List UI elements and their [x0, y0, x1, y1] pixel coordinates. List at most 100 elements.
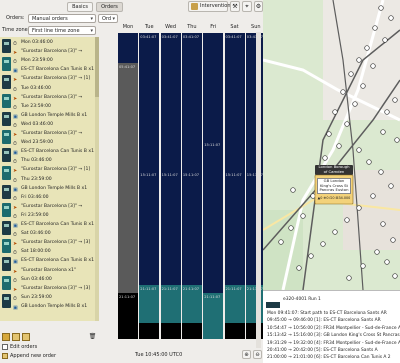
- map-station-marker[interactable]: [348, 71, 354, 77]
- timezone-select[interactable]: First line time zone ▾: [28, 26, 96, 35]
- map-station-marker[interactable]: [308, 253, 314, 259]
- zoom-in-button[interactable]: ⊕: [242, 350, 251, 359]
- map-station-marker[interactable]: [390, 237, 396, 243]
- order-list[interactable]: ⏱ Mon 03:46:00 ➤ "Eurostar Barcelona [3]" →…: [0, 37, 99, 321]
- map-station-marker[interactable]: [336, 143, 342, 149]
- map-station-marker[interactable]: [392, 97, 398, 103]
- map-station-marker[interactable]: [360, 83, 366, 89]
- timetable-block[interactable]: [118, 33, 138, 63]
- order-row[interactable]: ⏱ Wed 23:59:00: [0, 139, 99, 147]
- day-column[interactable]: 05:41:07 21:11:07: [118, 33, 138, 339]
- trash-button[interactable]: 🗑: [88, 333, 97, 341]
- weekly-timetable[interactable]: Mon Tue Wed Thu Fri Sat Sun 05:41:07 21:11:07 03…: [100, 23, 266, 348]
- order-row[interactable]: ➤ "Eurostar Barcelona [3]" → [1]: [0, 166, 99, 174]
- order-row[interactable]: ▣ GB London Temple Mills B x1: [0, 185, 99, 193]
- map-view[interactable]: London Borough of Camden GB London King'…: [263, 0, 400, 290]
- order-row[interactable]: ➤ "Eurostar Barcelona [3]" →: [0, 94, 99, 102]
- timetable-scrollbar[interactable]: [256, 32, 261, 348]
- order-row[interactable]: ▣ ES-CT Barcelona Can Tunis B x1: [0, 148, 99, 156]
- tab-basics[interactable]: Basics: [67, 2, 93, 12]
- map-station-marker[interactable]: [352, 101, 358, 107]
- order-row[interactable]: ⏱ Sat 03:46:00: [0, 230, 99, 238]
- order-row[interactable]: ⏱ Sun 03:46:00: [0, 276, 99, 284]
- map-station-marker[interactable]: [382, 37, 388, 43]
- order-row[interactable]: ▣ ES-CT Barcelona Can Tunis B x1: [0, 221, 99, 229]
- timetable-block[interactable]: 21:11:07: [203, 293, 224, 339]
- timetable-block[interactable]: 21:11:07: [224, 285, 245, 323]
- map-station-marker[interactable]: [332, 109, 338, 115]
- timetable-block[interactable]: 03:41:07: [139, 33, 160, 63]
- map-station-marker[interactable]: [380, 129, 386, 135]
- order-row[interactable]: ⏱ Thu 03:46:00: [0, 157, 99, 165]
- map-station-marker[interactable]: [370, 63, 376, 69]
- order-row[interactable]: ➤ "Eurostar Barcelona [3]" →: [0, 130, 99, 138]
- map-station-marker[interactable]: [384, 259, 390, 265]
- copy-order-button[interactable]: [12, 333, 20, 341]
- edit-orders-checkbox[interactable]: [2, 344, 8, 350]
- order-row[interactable]: ⏱ Sun 23:59:00: [0, 294, 99, 302]
- settings-button[interactable]: ⚙: [254, 1, 263, 12]
- order-row[interactable]: ➤ "Eurostar Barcelona [3]" →: [0, 203, 99, 211]
- order-row[interactable]: ➤ "Eurostar Barcelona x1": [0, 267, 99, 275]
- timetable-block[interactable]: 03:41:07: [181, 33, 202, 63]
- map-station-marker[interactable]: [374, 249, 380, 255]
- timetable-block[interactable]: 21:11:07: [139, 285, 160, 323]
- timetable-block[interactable]: 21:11:07: [160, 285, 181, 323]
- order-row[interactable]: ➤ "Eurostar Barcelona [3]" → [3]: [0, 239, 99, 247]
- map-station-marker[interactable]: [364, 45, 370, 51]
- order-row[interactable]: ▣ GB London Temple Mills B x1: [0, 303, 99, 311]
- map-station-marker[interactable]: [388, 183, 394, 189]
- zoom-out-button[interactable]: ⊖: [253, 350, 262, 359]
- timetable-block[interactable]: 15:11:07: [181, 63, 202, 285]
- order-row[interactable]: ⏱ Fri 23:59:00: [0, 212, 99, 220]
- order-row[interactable]: ▣ ES-CT Barcelona Can Tunis B x1: [0, 257, 99, 265]
- order-row[interactable]: ⏱ Thu 23:59:00: [0, 176, 99, 184]
- paste-order-button[interactable]: [22, 333, 30, 341]
- map-station-marker[interactable]: [356, 205, 362, 211]
- map-station-marker[interactable]: [332, 229, 338, 235]
- map-station-label[interactable]: GB London King's Cross St Pancras Euston: [317, 178, 351, 194]
- order-row[interactable]: ⏱ Tue 03:46:00: [0, 85, 99, 93]
- map-station-marker[interactable]: [392, 273, 398, 279]
- map-station-marker[interactable]: [310, 193, 316, 199]
- order-row[interactable]: ⏱ Mon 23:59:00: [0, 57, 99, 65]
- timetable-block[interactable]: 21:11:07: [181, 285, 202, 323]
- map-station-marker[interactable]: [378, 5, 384, 11]
- timetable-block[interactable]: 15:11:07: [139, 63, 160, 285]
- map-station-marker[interactable]: [326, 131, 332, 137]
- order-row[interactable]: ⏱ Fri 03:46:00: [0, 194, 99, 202]
- orders-select[interactable]: Manual orders ▾: [28, 14, 96, 23]
- map-station-marker[interactable]: [344, 217, 350, 223]
- timetable-block[interactable]: [139, 323, 160, 339]
- map-station-marker[interactable]: [388, 15, 394, 21]
- list-scrollbar[interactable]: [95, 37, 99, 321]
- timetable-block[interactable]: [181, 323, 202, 339]
- map-station-marker[interactable]: [372, 25, 378, 31]
- map-station-marker[interactable]: [288, 225, 294, 231]
- order-row[interactable]: ⏱ Wed 03:46:00: [0, 121, 99, 129]
- map-station-marker[interactable]: [278, 239, 284, 245]
- map-station-marker[interactable]: [366, 159, 372, 165]
- timetable-block[interactable]: [160, 323, 181, 339]
- append-order-button[interactable]: Append new order: [10, 353, 56, 359]
- scrollbar-thumb[interactable]: [95, 37, 99, 97]
- map-station-marker[interactable]: [378, 169, 384, 175]
- order-row[interactable]: ⏱ Sat 18:00:00: [0, 248, 99, 256]
- order-row[interactable]: ▣ GB London Temple Mills B x1: [0, 112, 99, 120]
- order-row[interactable]: ➤ "Eurostar Barcelona [3]" → [3]: [0, 285, 99, 293]
- map-station-marker[interactable]: [346, 275, 352, 281]
- tab-orders[interactable]: Orders: [96, 2, 123, 12]
- map-station-marker[interactable]: [384, 109, 390, 115]
- day-column[interactable]: 03:41:07 15:11:07 21:11:07: [139, 33, 160, 339]
- map-station-marker[interactable]: [394, 137, 400, 143]
- sort-select[interactable]: Ord ▾: [98, 14, 118, 23]
- map-station-marker[interactable]: [370, 193, 376, 199]
- timetable-block[interactable]: 05:41:07: [118, 63, 138, 293]
- interventions-button[interactable]: Interventions: [188, 1, 233, 12]
- order-row[interactable]: ⏱ Mon 03:46:00: [0, 39, 99, 47]
- map-station-marker[interactable]: [300, 213, 306, 219]
- map-station-marker[interactable]: [356, 57, 362, 63]
- day-column[interactable]: 03:41:07 15:11:07 21:11:07: [160, 33, 181, 339]
- locate-button[interactable]: ⌖: [242, 1, 252, 12]
- map-station-marker[interactable]: [296, 265, 302, 271]
